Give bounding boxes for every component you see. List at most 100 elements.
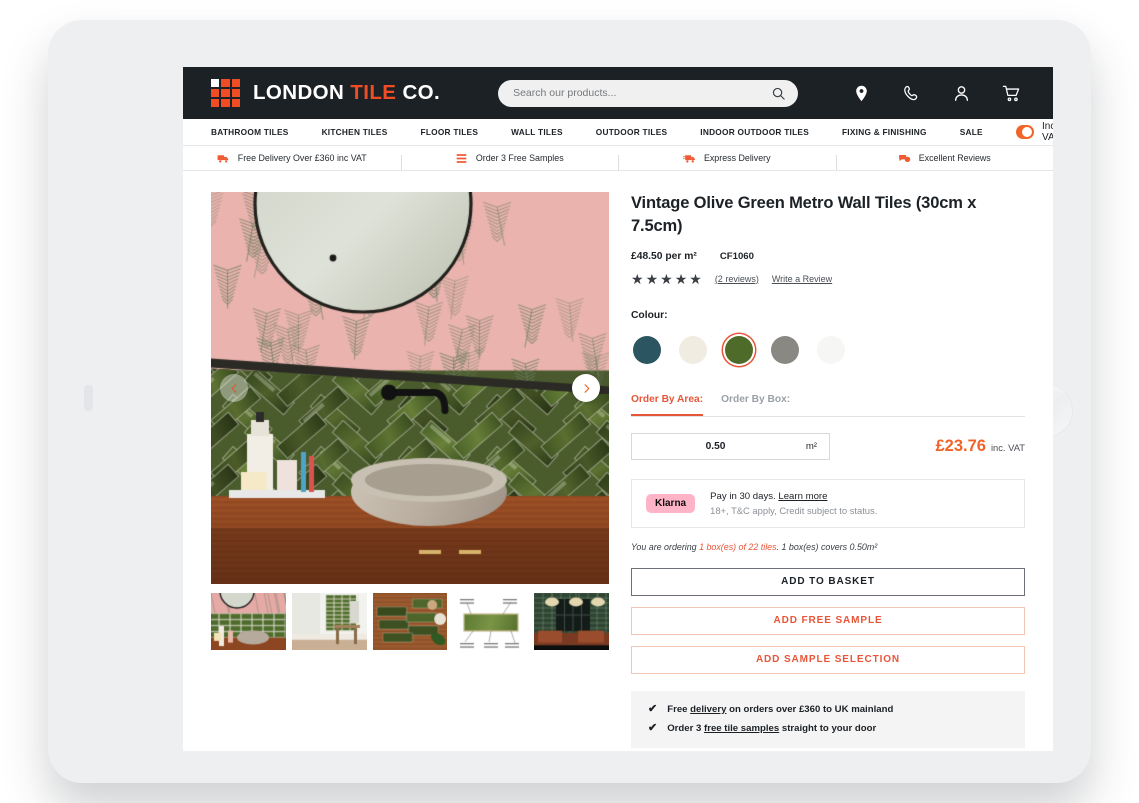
thumbnail-4[interactable] xyxy=(453,593,529,650)
ordering-summary-note: You are ordering 1 box(es) of 22 tiles. … xyxy=(631,542,1025,552)
thumbnail-1[interactable] xyxy=(211,593,286,650)
tab-order-by-box[interactable]: Order By Box: xyxy=(721,394,790,416)
check-icon: ✔ xyxy=(648,721,658,734)
delivery-info-row: ✔ Free delivery on orders over £360 to U… xyxy=(648,702,1008,715)
header-icon-group xyxy=(852,84,1025,103)
klarna-logo-badge: Klarna xyxy=(646,493,696,513)
total-price: £23.76 xyxy=(935,436,986,455)
thumbnail-2[interactable] xyxy=(291,593,367,650)
search-bar[interactable] xyxy=(498,79,799,107)
device-side-button[interactable] xyxy=(84,385,93,411)
samples-stack-icon xyxy=(456,153,467,163)
logo-wordmark: LONDON TILE CO. xyxy=(253,81,440,105)
nav-item-outdoor-tiles[interactable]: OUTDOOR TILES xyxy=(596,127,667,137)
nav-item-wall-tiles[interactable]: WALL TILES xyxy=(511,127,563,137)
benefit-free-delivery[interactable]: Free Delivery Over £360 inc VAT xyxy=(183,152,401,165)
hero-product-image[interactable] xyxy=(211,192,609,584)
thumbnail-3[interactable] xyxy=(372,593,448,650)
swatch-fill xyxy=(633,335,661,364)
thumbnail-5[interactable] xyxy=(534,593,609,650)
benefits-bar: Free Delivery Over £360 inc VAT Order 3 … xyxy=(183,146,1053,171)
star-icon: ★ xyxy=(660,270,673,287)
ordering-highlight: 1 box(es) of 22 tiles xyxy=(699,541,777,552)
product-page-body: Vintage Olive Green Metro Wall Tiles (30… xyxy=(183,171,1053,751)
tablet-device-frame: LONDON TILE CO. Search our products... B… xyxy=(48,20,1091,783)
unit-price: £48.50 per m² xyxy=(631,250,697,262)
nav-item-kitchen-tiles[interactable]: KITCHEN TILES xyxy=(322,127,388,137)
benefit-excellent-reviews[interactable]: Excellent Reviews xyxy=(835,152,1054,170)
delivery-pre: Free xyxy=(667,703,691,715)
colour-swatch-olive-green[interactable] xyxy=(723,334,755,366)
delivery-post: on orders over £360 to UK mainland xyxy=(726,703,894,715)
klarna-learn-more-link[interactable]: Learn more xyxy=(778,491,827,502)
tab-order-by-area[interactable]: Order By Area: xyxy=(631,394,704,416)
swatch-fill xyxy=(679,335,707,364)
quantity-field-wrapper[interactable]: m² xyxy=(631,432,830,460)
browser-viewport: LONDON TILE CO. Search our products... B… xyxy=(183,67,1053,751)
quantity-input[interactable] xyxy=(632,433,829,459)
colour-selector: Colour: xyxy=(631,310,1025,366)
star-icon: ★ xyxy=(689,270,702,287)
site-logo[interactable]: LONDON TILE CO. xyxy=(211,78,440,108)
search-input[interactable] xyxy=(513,87,772,99)
star-icon: ★ xyxy=(631,270,644,287)
location-pin-icon[interactable] xyxy=(852,84,871,103)
reviews-count-link[interactable]: (2 reviews) xyxy=(715,274,759,284)
write-review-link[interactable]: Write a Review xyxy=(772,274,832,284)
colour-swatch-grey[interactable] xyxy=(769,334,801,366)
add-to-basket-button[interactable]: ADD TO BASKET xyxy=(631,567,1025,596)
klarna-terms: 18+, T&C apply, Credit subject to status… xyxy=(710,504,878,516)
vat-toggle-switch[interactable] xyxy=(1015,125,1035,139)
add-free-sample-button[interactable]: ADD FREE SAMPLE xyxy=(631,606,1025,635)
order-mode-tabs: Order By Area: Order By Box: xyxy=(631,394,1025,417)
chevron-left-icon xyxy=(231,383,236,393)
delivery-text: Order 3 free tile samples straight to yo… xyxy=(667,723,876,734)
search-icon[interactable] xyxy=(771,86,786,101)
main-navigation: BATHROOM TILES KITCHEN TILES FLOOR TILES… xyxy=(183,119,1053,146)
swatch-fill xyxy=(817,335,845,364)
colour-swatch-teal[interactable] xyxy=(631,334,663,366)
colour-swatch-white[interactable] xyxy=(815,334,847,366)
add-sample-selection-button[interactable]: ADD SAMPLE SELECTION xyxy=(631,645,1025,674)
benefit-label: Order 3 Free Samples xyxy=(475,153,564,163)
product-gallery xyxy=(211,192,609,751)
user-account-icon[interactable] xyxy=(952,84,971,103)
price-row: £48.50 per m² CF1060 xyxy=(631,251,1025,262)
benefit-free-samples[interactable]: Order 3 Free Samples xyxy=(400,152,619,170)
delivery-link[interactable]: free tile samples xyxy=(704,723,779,734)
logo-accent: TILE xyxy=(350,81,403,104)
nav-item-fixing-finishing[interactable]: FIXING & FINISHING xyxy=(842,127,927,137)
nav-item-bathroom-tiles[interactable]: BATHROOM TILES xyxy=(211,127,289,137)
delivery-text: Free delivery on orders over £360 to UK … xyxy=(667,704,893,715)
tile-grid-logo-icon xyxy=(211,78,240,108)
star-icon: ★ xyxy=(645,270,659,287)
quantity-row: m² £23.76 inc. VAT xyxy=(631,432,1025,460)
hero-image-canvas xyxy=(211,192,609,584)
delivery-link[interactable]: delivery xyxy=(690,704,726,715)
swatch-fill xyxy=(771,335,799,364)
colour-swatch-cream[interactable] xyxy=(677,334,709,366)
vat-toggle-group: Inc. VAT xyxy=(1015,121,1053,143)
klarna-promo-box: Klarna Pay in 30 days. Learn more 18+, T… xyxy=(631,478,1025,528)
colour-swatch-list xyxy=(631,334,1025,366)
phone-icon[interactable] xyxy=(902,84,921,103)
rating-row: ★ ★ ★ ★ ★ (2 reviews) Write a Review xyxy=(631,272,1025,286)
shopping-cart-icon[interactable] xyxy=(1002,84,1021,103)
product-details: Vintage Olive Green Metro Wall Tiles (30… xyxy=(621,192,1025,751)
colour-label: Colour: xyxy=(631,309,668,321)
delivery-info-row: ✔ Order 3 free tile samples straight to … xyxy=(648,721,1008,734)
chevron-right-icon xyxy=(584,383,589,393)
product-sku: CF1060 xyxy=(719,250,754,262)
nav-item-floor-tiles[interactable]: FLOOR TILES xyxy=(421,127,479,137)
carousel-prev-button[interactable] xyxy=(220,374,248,402)
klarna-text-group: Pay in 30 days. Learn more 18+, T&C appl… xyxy=(710,491,877,516)
nav-item-sale[interactable]: SALE xyxy=(960,127,983,137)
nav-item-indoor-outdoor-tiles[interactable]: INDOOR OUTDOOR TILES xyxy=(700,127,809,137)
check-icon: ✔ xyxy=(648,702,658,715)
swatch-fill xyxy=(725,335,753,364)
benefit-label: Free Delivery Over £360 inc VAT xyxy=(237,153,367,163)
klarna-headline-text: Pay in 30 days. xyxy=(710,490,779,502)
carousel-next-button[interactable] xyxy=(572,374,600,402)
product-title: Vintage Olive Green Metro Wall Tiles (30… xyxy=(631,194,977,235)
benefit-express-delivery[interactable]: Express Delivery xyxy=(618,152,836,170)
